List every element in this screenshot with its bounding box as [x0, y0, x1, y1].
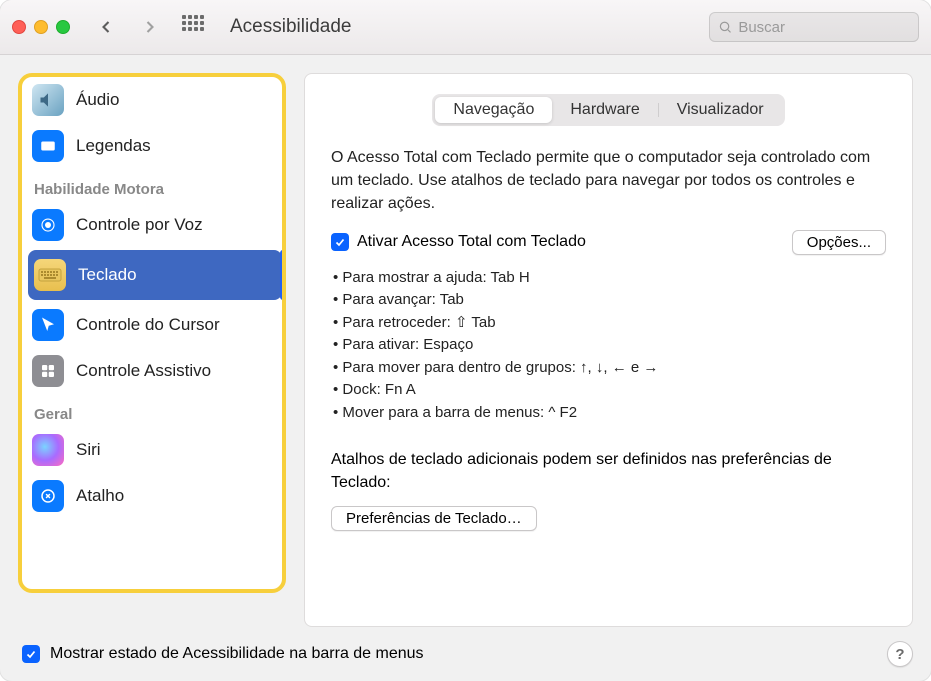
keyboard-icon	[34, 259, 66, 291]
options-button[interactable]: Opções...	[792, 230, 886, 255]
sidebar-item-label: Atalho	[76, 486, 124, 506]
search-icon	[718, 19, 732, 35]
hint-line: • Para avançar: Tab	[333, 289, 886, 312]
sidebar-item-label: Siri	[76, 440, 101, 460]
prefs-window: Acessibilidade Áudio	[0, 0, 931, 681]
sidebar-highlight-box: Áudio Legendas Habilidade Motora Cont	[18, 73, 286, 593]
hint-line: • Para mover para dentro de grupos: ↑, ↓…	[333, 357, 886, 380]
cursor-icon	[32, 309, 64, 341]
chevron-right-icon	[140, 17, 160, 37]
hint-line: • Para ativar: Espaço	[333, 334, 886, 357]
feature-description: O Acesso Total com Teclado permite que o…	[331, 146, 886, 216]
search-input[interactable]	[738, 19, 910, 36]
sidebar-item-label: Controle Assistivo	[76, 361, 211, 381]
menubar-status-label: Mostrar estado de Acessibilidade na barr…	[50, 645, 424, 663]
enable-checkbox[interactable]	[331, 233, 349, 251]
sidebar-item-switch-control[interactable]: Controle Assistivo	[22, 348, 282, 394]
sidebar-section-motor: Habilidade Motora	[22, 169, 282, 202]
sidebar-item-voice-control[interactable]: Controle por Voz	[22, 202, 282, 248]
detail-panel: Navegação Hardware Visualizador O Acesso…	[304, 73, 913, 627]
shortcut-hints: • Para mostrar a ajuda: Tab H • Para ava…	[333, 267, 886, 425]
footer: Mostrar estado de Acessibilidade na barr…	[0, 635, 931, 681]
captions-icon	[32, 130, 64, 162]
enable-label: Ativar Acesso Total com Teclado	[357, 233, 784, 251]
siri-icon	[32, 434, 64, 466]
minimize-window-button[interactable]	[34, 20, 48, 34]
menubar-status-checkbox[interactable]	[22, 645, 40, 663]
titlebar: Acessibilidade	[0, 0, 931, 55]
sidebar-item-captions[interactable]: Legendas	[22, 123, 282, 169]
close-window-button[interactable]	[12, 20, 26, 34]
sidebar-item-label: Áudio	[76, 90, 119, 110]
sidebar-section-general: Geral	[22, 394, 282, 427]
chevron-left-icon	[96, 17, 116, 37]
additional-shortcuts-text: Atalhos de teclado adicionais podem ser …	[331, 448, 886, 494]
sidebar-item-label: Legendas	[76, 136, 151, 156]
hint-line: • Para mostrar a ajuda: Tab H	[333, 267, 886, 290]
voice-control-icon	[32, 209, 64, 241]
sidebar[interactable]: Áudio Legendas Habilidade Motora Cont	[22, 77, 282, 589]
sidebar-item-siri[interactable]: Siri	[22, 427, 282, 473]
back-button[interactable]	[88, 12, 124, 42]
sidebar-item-shortcut[interactable]: Atalho	[22, 473, 282, 519]
sidebar-item-audio[interactable]: Áudio	[22, 77, 282, 123]
shortcut-icon	[32, 480, 64, 512]
traffic-lights	[12, 20, 70, 34]
sidebar-item-cursor-control[interactable]: Controle do Cursor	[22, 302, 282, 348]
zoom-window-button[interactable]	[56, 20, 70, 34]
main-area: Áudio Legendas Habilidade Motora Cont	[0, 55, 931, 635]
window-title: Acessibilidade	[230, 16, 351, 38]
sidebar-item-keyboard[interactable]: Teclado	[28, 250, 282, 300]
sidebar-item-label: Controle do Cursor	[76, 315, 220, 335]
tab-navigation[interactable]: Navegação	[435, 97, 552, 123]
selection-indicator	[280, 250, 282, 300]
checkmark-icon	[25, 648, 37, 660]
sidebar-item-label: Teclado	[78, 265, 137, 285]
switch-control-icon	[32, 355, 64, 387]
keyboard-prefs-button[interactable]: Preferências de Teclado…	[331, 506, 537, 531]
sidebar-item-label: Controle por Voz	[76, 215, 203, 235]
hint-line: • Dock: Fn A	[333, 379, 886, 402]
help-button[interactable]: ?	[887, 641, 913, 667]
hint-line: • Para retroceder: ⇧ Tab	[333, 312, 886, 335]
search-field-wrap[interactable]	[709, 12, 919, 42]
content: Áudio Legendas Habilidade Motora Cont	[0, 55, 931, 681]
tab-hardware[interactable]: Hardware	[552, 97, 657, 123]
checkmark-icon	[334, 236, 346, 248]
tab-viewer[interactable]: Visualizador	[659, 97, 782, 123]
tab-selector: Navegação Hardware Visualizador	[432, 94, 784, 126]
hint-line: • Mover para a barra de menus: ^ F2	[333, 402, 886, 425]
enable-row: Ativar Acesso Total com Teclado Opções..…	[331, 230, 886, 255]
all-prefs-button[interactable]	[182, 15, 206, 39]
speaker-icon	[32, 84, 64, 116]
forward-button[interactable]	[132, 12, 168, 42]
